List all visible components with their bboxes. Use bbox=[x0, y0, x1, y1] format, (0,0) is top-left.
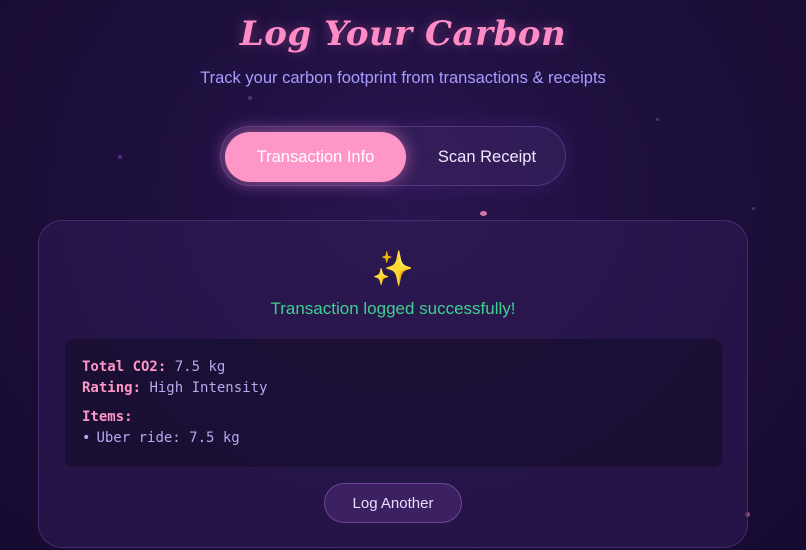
total-co2-value: 7.5 kg bbox=[174, 359, 226, 375]
items-label: Items: bbox=[82, 409, 133, 425]
items-heading: Items: bbox=[82, 407, 705, 428]
tab-transaction-info[interactable]: Transaction Info bbox=[225, 132, 406, 182]
sparkles-icon: ✨ bbox=[371, 249, 415, 289]
rating-row: Rating: High Intensity bbox=[82, 378, 705, 399]
result-summary: Total CO2: 7.5 kg Rating: High Intensity… bbox=[65, 339, 722, 467]
tab-bar: Transaction Info Scan Receipt bbox=[220, 126, 566, 186]
background-dot bbox=[656, 118, 659, 121]
background-dot bbox=[248, 96, 252, 100]
success-message: Transaction logged successfully! bbox=[270, 299, 516, 318]
rating-value: High Intensity bbox=[149, 380, 268, 396]
result-card: ✨ Transaction logged successfully! Total… bbox=[38, 220, 748, 548]
bullet-icon: • bbox=[82, 430, 91, 446]
background-dot bbox=[752, 207, 755, 210]
log-another-button[interactable]: Log Another bbox=[324, 483, 462, 523]
list-item: • Uber ride: 7.5 kg bbox=[82, 428, 705, 449]
item-text: Uber ride: 7.5 kg bbox=[96, 430, 240, 446]
tab-scan-receipt[interactable]: Scan Receipt bbox=[411, 132, 563, 182]
total-co2-label: Total CO2: bbox=[82, 359, 167, 375]
page-title: Log Your Carbon bbox=[239, 14, 567, 54]
total-co2-row: Total CO2: 7.5 kg bbox=[82, 357, 705, 378]
rating-label: Rating: bbox=[82, 380, 142, 396]
background-dot bbox=[118, 155, 122, 159]
background-dot bbox=[480, 211, 487, 216]
page-subtitle: Track your carbon footprint from transac… bbox=[200, 69, 606, 87]
